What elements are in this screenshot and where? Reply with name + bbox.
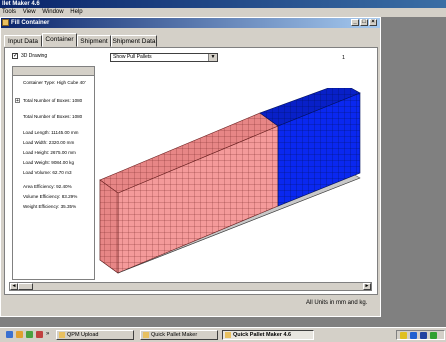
chevron-more-icon[interactable]: » bbox=[46, 331, 49, 337]
browser-icon[interactable] bbox=[16, 331, 23, 338]
folder-icon bbox=[143, 332, 149, 338]
app-icon bbox=[225, 332, 231, 338]
horizontal-scrollbar[interactable]: ◄ ► bbox=[9, 282, 372, 291]
pallet-view-value: Show Pull Pallets bbox=[113, 54, 152, 60]
load-volume: Load Volume: 62.70 m3 bbox=[23, 170, 72, 175]
scroll-left-button[interactable]: ◄ bbox=[10, 283, 18, 290]
media-icon[interactable] bbox=[36, 331, 43, 338]
close-button[interactable]: × bbox=[369, 19, 377, 26]
load-length: Load Length: 11145.00 mm bbox=[23, 130, 79, 135]
menu-item-tools[interactable]: Tools bbox=[2, 9, 16, 15]
tab-container[interactable]: Container bbox=[42, 33, 77, 47]
info-panel-header bbox=[13, 67, 94, 76]
system-tray bbox=[396, 330, 445, 340]
tab-input-data[interactable]: Input Data bbox=[4, 35, 42, 47]
weight-efficiency: Weight Efficiency: 35.35% bbox=[23, 204, 77, 209]
load-weight: Load Weight: 9084.00 kg bbox=[23, 160, 74, 165]
menu-item-help[interactable]: Help bbox=[70, 9, 82, 15]
language-icon[interactable] bbox=[420, 332, 427, 339]
network-icon[interactable] bbox=[400, 332, 407, 339]
scroll-thumb[interactable] bbox=[18, 283, 33, 290]
pallet-view-select[interactable]: Show Pull Pallets ▼ bbox=[110, 53, 218, 62]
load-info-panel: Container Type: High Cube 40' + Total Nu… bbox=[12, 66, 95, 280]
task-qpm-upload[interactable]: QPM Upload bbox=[56, 330, 134, 340]
load-height: Load Height: 2675.00 mm bbox=[23, 150, 76, 155]
total-boxes-group[interactable]: Total Number of Boxes: 1080 bbox=[23, 98, 82, 103]
3d-drawing-checkbox[interactable]: ✓ bbox=[12, 53, 18, 59]
desktop-icon[interactable] bbox=[6, 331, 13, 338]
chevron-down-icon[interactable]: ▼ bbox=[208, 54, 217, 61]
menu-bar: Tools View Window Help bbox=[0, 8, 446, 17]
load-width: Load Width: 2320.00 mm bbox=[23, 140, 75, 145]
child-title: Fill Container bbox=[11, 20, 50, 26]
minimize-button[interactable]: _ bbox=[351, 19, 359, 26]
menu-item-window[interactable]: Window bbox=[42, 9, 63, 15]
task-label: Quick Pallet Maker 4.6 bbox=[233, 332, 292, 338]
app-title: llet Maker 4.6 bbox=[2, 1, 40, 7]
task-quick-pallet-maker-46[interactable]: Quick Pallet Maker 4.6 bbox=[222, 330, 314, 340]
app-title-bar: llet Maker 4.6 bbox=[0, 0, 446, 8]
expand-icon[interactable]: + bbox=[15, 98, 20, 104]
scroll-right-button[interactable]: ► bbox=[363, 283, 371, 290]
units-status: All Units in mm and kg. bbox=[306, 300, 368, 306]
child-title-bar[interactable]: Fill Container _ □ × bbox=[1, 18, 380, 28]
maximize-button[interactable]: □ bbox=[360, 19, 368, 26]
container-3d-drawing bbox=[99, 88, 361, 274]
container-type: Container Type: High Cube 40' bbox=[23, 80, 86, 85]
menu-item-view[interactable]: View bbox=[23, 9, 36, 15]
volume-efficiency: Volume Efficiency: 83.29% bbox=[23, 194, 78, 199]
task-quick-pallet-maker[interactable]: Quick Pallet Maker bbox=[140, 330, 218, 340]
folder-icon bbox=[59, 332, 65, 338]
page-number: 1 bbox=[342, 55, 346, 61]
pink-load-front bbox=[99, 179, 119, 274]
total-boxes: Total Number of Boxes: 1080 bbox=[23, 114, 83, 119]
area-efficiency: Area Efficiency: 92.40% bbox=[23, 184, 72, 189]
task-label: QPM Upload bbox=[67, 332, 99, 338]
taskbar: » QPM Upload Quick Pallet Maker Quick Pa… bbox=[0, 327, 446, 342]
security-icon[interactable] bbox=[430, 332, 437, 339]
3d-drawing-label: 3D Drawing bbox=[21, 53, 48, 59]
task-label: Quick Pallet Maker bbox=[151, 332, 198, 338]
tab-shipment-data[interactable]: Shipment Data bbox=[111, 35, 157, 47]
explorer-icon[interactable] bbox=[26, 331, 33, 338]
container-icon bbox=[2, 19, 9, 26]
tab-shipment[interactable]: Shipment bbox=[77, 35, 111, 47]
bluetooth-icon[interactable] bbox=[410, 332, 417, 339]
